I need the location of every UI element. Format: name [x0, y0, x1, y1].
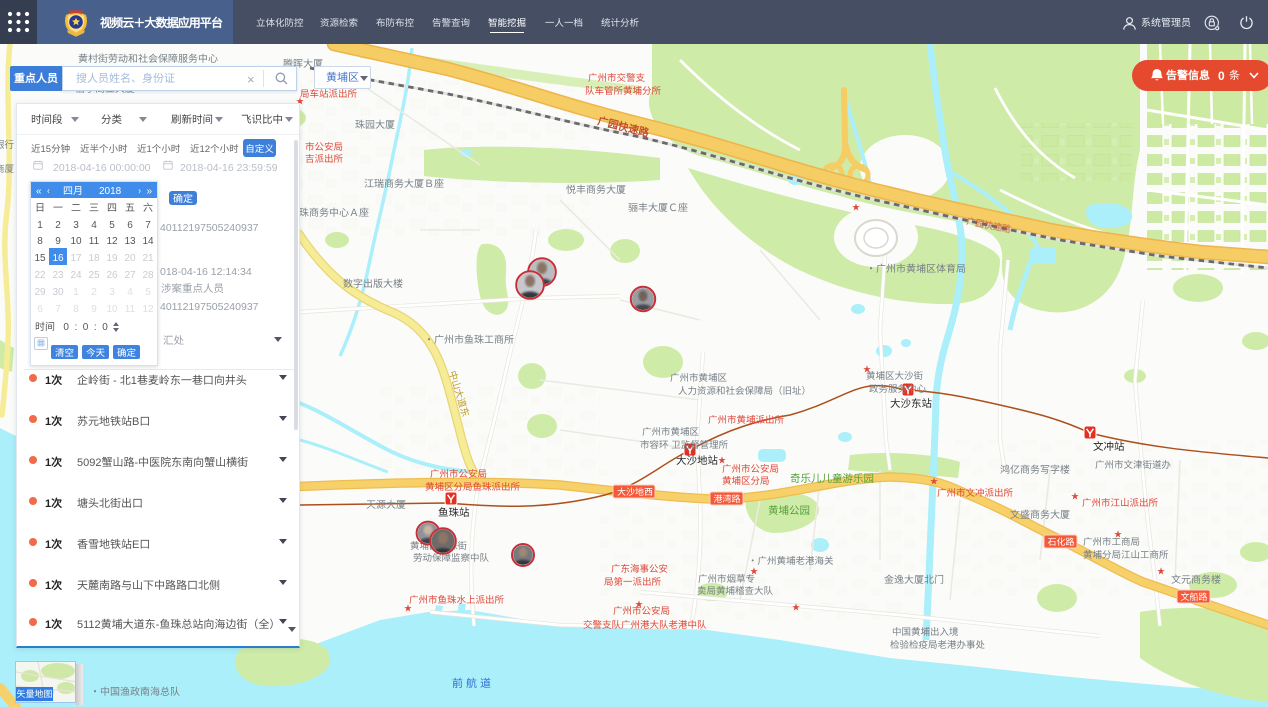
svg-text:广东海事公安: 广东海事公安 [611, 561, 668, 575]
svg-text:★: ★ [792, 602, 800, 613]
svg-text:广州市公安局: 广州市公安局 [613, 603, 670, 617]
svg-text:广州市文冲派出所: 广州市文冲派出所 [937, 485, 1014, 499]
svg-text:卖局黄埔稽查大队: 卖局黄埔稽查大队 [697, 583, 774, 597]
svg-text:金逸大厦北门: 金逸大厦北门 [884, 571, 944, 586]
svg-text:银行: 银行 [0, 137, 15, 151]
svg-text:骊丰大厦Ｃ座: 骊丰大厦Ｃ座 [628, 199, 688, 214]
svg-text:·广州黄埔老港海关: ·广州黄埔老港海关 [748, 553, 834, 567]
svg-text:黄埔分局江山工商所: 黄埔分局江山工商所 [1083, 547, 1169, 561]
svg-text:悦丰商务大厦: 悦丰商务大厦 [566, 181, 626, 196]
svg-text:·广州市鱼珠工商所: ·广州市鱼珠工商所 [424, 331, 514, 346]
svg-text:劳动保障监察中队: 劳动保障监察中队 [413, 550, 490, 564]
svg-text:吉派出所: 吉派出所 [305, 151, 344, 165]
svg-text:鱼珠站: 鱼珠站 [438, 505, 470, 520]
svg-text:检验检疫局老港办事处: 检验检疫局老港办事处 [890, 637, 986, 651]
svg-text:·广州市黄埔区体育局: ·广州市黄埔区体育局 [866, 260, 966, 275]
svg-text:珠园大厦: 珠园大厦 [355, 116, 395, 131]
svg-text:文冲站: 文冲站 [1093, 439, 1125, 454]
svg-text:政务服务中心: 政务服务中心 [869, 381, 927, 395]
svg-text:大沙地站: 大沙地站 [676, 453, 718, 468]
svg-text:大沙东站: 大沙东站 [890, 396, 932, 411]
svg-text:黄村街劳动和社会保障服务中心: 黄村街劳动和社会保障服务中心 [78, 50, 218, 65]
svg-text:数字出版大楼: 数字出版大楼 [343, 275, 403, 290]
svg-text:石化路: 石化路 [1048, 535, 1075, 548]
svg-text:市容环 卫监督管理所: 市容环 卫监督管理所 [640, 437, 729, 451]
svg-text:★: ★ [1157, 566, 1165, 577]
svg-text:·中国渔政南海总队: ·中国渔政南海总队 [90, 683, 180, 698]
svg-text:黄埔公园: 黄埔公园 [768, 503, 810, 518]
svg-text:广州市江山派出所: 广州市江山派出所 [1082, 495, 1159, 509]
svg-text:黄埔区分局鱼珠派出所: 黄埔区分局鱼珠派出所 [425, 479, 521, 493]
svg-text:★: ★ [1071, 491, 1079, 502]
svg-text:港湾路: 港湾路 [714, 492, 741, 505]
svg-text:天源大厦: 天源大厦 [366, 496, 406, 511]
svg-text:广州市工商局: 广州市工商局 [1083, 534, 1140, 548]
svg-text:前航道: 前航道 [452, 675, 494, 691]
svg-text:★: ★ [852, 202, 860, 213]
svg-text:广州市交警支: 广州市交警支 [588, 70, 646, 84]
svg-text:商厦: 商厦 [0, 161, 15, 175]
svg-text:江瑞商务大厦Ｂ座: 江瑞商务大厦Ｂ座 [364, 175, 444, 190]
svg-text:黄埔区分局: 黄埔区分局 [722, 473, 770, 487]
svg-text:黄埔区大沙街: 黄埔区大沙街 [866, 368, 924, 382]
svg-text:交警支队广州港大队老港中队: 交警支队广州港大队老港中队 [583, 617, 707, 631]
svg-text:广州市黄埔区: 广州市黄埔区 [670, 370, 728, 384]
svg-text:人力资源和社会保障局（旧址）: 人力资源和社会保障局（旧址） [678, 383, 811, 397]
svg-text:广州市黄埔派出所: 广州市黄埔派出所 [708, 412, 785, 426]
svg-text:珠商务中心Ａ座: 珠商务中心Ａ座 [299, 204, 369, 219]
svg-text:广州市黄埔区: 广州市黄埔区 [642, 424, 700, 438]
svg-text:大沙地西: 大沙地西 [617, 485, 653, 498]
svg-text:文船路: 文船路 [1181, 590, 1208, 603]
svg-text:队车管所黄埔分所: 队车管所黄埔分所 [585, 83, 662, 97]
svg-text:奇乐儿儿童游乐园: 奇乐儿儿童游乐园 [790, 471, 874, 486]
svg-text:文盛商务大厦: 文盛商务大厦 [1010, 506, 1070, 521]
svg-text:广州市文津街道办: 广州市文津街道办 [1095, 457, 1172, 471]
svg-text:局第一派出所: 局第一派出所 [604, 574, 662, 588]
svg-text:中国黄埔出入境: 中国黄埔出入境 [892, 624, 959, 638]
svg-text:广州市公安局: 广州市公安局 [430, 466, 487, 480]
svg-text:鸿亿商务写字楼: 鸿亿商务写字楼 [1000, 461, 1070, 476]
svg-text:广州市鱼珠水上派出所: 广州市鱼珠水上派出所 [409, 592, 505, 606]
svg-text:文元商务楼: 文元商务楼 [1171, 571, 1221, 586]
